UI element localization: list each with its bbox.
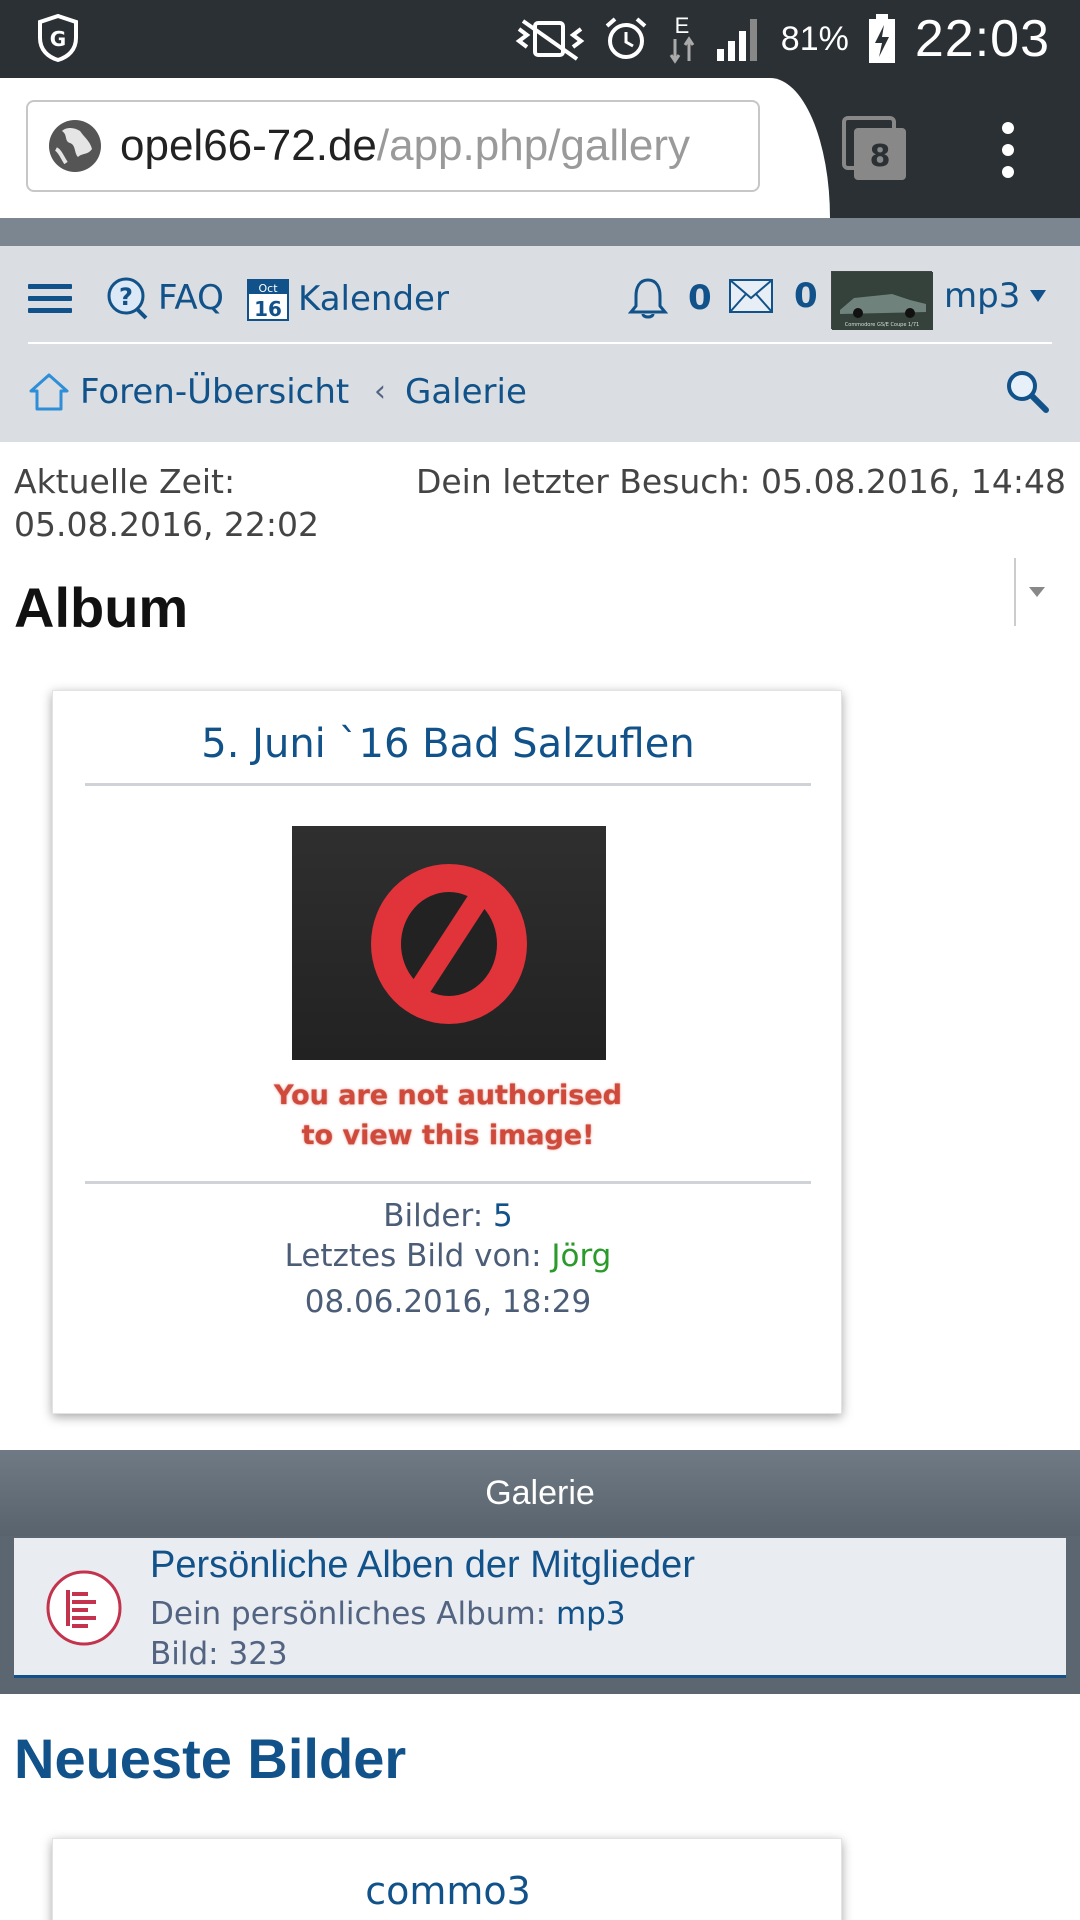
album-dropdown[interactable] [1014, 558, 1054, 626]
album-heading: Album [14, 576, 189, 639]
caret-down-icon [1029, 587, 1045, 597]
no-access-image[interactable] [292, 826, 606, 1060]
gallery-header: Galerie [0, 1450, 1080, 1536]
personal-albums-row[interactable]: Persönliche Alben der Mitglieder Dein pe… [14, 1538, 1066, 1678]
svg-text:E: E [674, 13, 689, 38]
clock: 22:03 [914, 10, 1050, 68]
personal-album-link[interactable]: mp3 [556, 1596, 626, 1632]
messages-count: 0 [794, 276, 818, 316]
breadcrumb-current[interactable]: Galerie [405, 372, 527, 412]
quick-links-row: ? FAQ Oct 16 Kalender 0 0 Commodore GS/E… [0, 246, 1080, 342]
divider [85, 1181, 811, 1184]
newest-image-title[interactable]: commo3 [53, 1869, 843, 1913]
user-menu[interactable]: mp3 [944, 276, 1048, 316]
gallery-section: Galerie Persönliche Alben der Mitglieder… [0, 1450, 1080, 1694]
svg-text:Oct: Oct [258, 282, 278, 295]
breadcrumb: Foren-Übersicht ‹ Galerie [0, 346, 1080, 442]
envelope-icon [729, 279, 773, 313]
last-image-date: 08.06.2016, 18:29 [304, 1284, 592, 1320]
newest-image-card[interactable]: commo3 [52, 1838, 842, 1920]
car-avatar-image: Commodore GS/E Coupe 1/71 [832, 272, 933, 330]
home-icon[interactable] [28, 372, 70, 412]
faq-icon: ? [107, 277, 148, 320]
nav-divider [28, 342, 1052, 344]
calendar-label: Kalender [298, 279, 449, 319]
last-image-user-link[interactable]: Jörg [551, 1238, 611, 1274]
faq-label: FAQ [158, 278, 224, 318]
album-card[interactable]: 5. Juni `16 Bad Salzuflen You are not au… [52, 690, 842, 1414]
battery-charging-icon [868, 14, 895, 63]
notifications-count: 0 [688, 278, 712, 318]
messages-link[interactable]: 0 [728, 276, 818, 316]
username-label: mp3 [944, 276, 1021, 316]
breadcrumb-home[interactable]: Foren-Übersicht [80, 372, 349, 412]
svg-text:?: ? [119, 283, 133, 311]
not-authorised-text: You are not authorised to view this imag… [274, 1080, 622, 1151]
globe-icon [49, 120, 101, 172]
search-icon[interactable] [1004, 368, 1050, 414]
hamburger-menu-icon[interactable] [28, 284, 72, 314]
caret-down-icon [1030, 290, 1047, 302]
album-stats: Bilder: 5 Letztes Bild von: Jörg 08.06.2… [53, 1196, 843, 1322]
prohibited-icon [371, 864, 527, 1024]
browser-toolbar: opel66-72.de/app.php/gallery 8 [0, 78, 1080, 218]
tab-switcher-icon[interactable]: 8 [842, 116, 908, 182]
page-top-strip [0, 218, 1080, 246]
svg-text:16: 16 [254, 297, 282, 321]
overflow-menu-icon[interactable] [998, 120, 1018, 180]
shield-g-icon: G [38, 14, 78, 62]
status-bar: G E 81% 22:03 [0, 0, 1080, 78]
svg-text:Commodore GS/E Coupe 1/71: Commodore GS/E Coupe 1/71 [845, 322, 919, 328]
faq-link[interactable]: ? FAQ [106, 276, 224, 320]
forum-navbar: ? FAQ Oct 16 Kalender 0 0 Commodore GS/E… [0, 246, 1080, 442]
breadcrumb-separator: ‹ [374, 374, 386, 409]
divider [85, 783, 811, 786]
status-icons: E 81% 22:03 [515, 0, 1050, 78]
alarm-icon [605, 17, 647, 59]
album-card-title[interactable]: 5. Juni `16 Bad Salzuflen [53, 721, 843, 767]
calendar-link[interactable]: Oct 16 Kalender [246, 276, 449, 322]
album-list-icon [46, 1570, 122, 1646]
user-avatar[interactable]: Commodore GS/E Coupe 1/71 [831, 271, 933, 330]
newest-images-heading: Neueste Bilder [14, 1727, 407, 1790]
current-time: Aktuelle Zeit: 05.08.2016, 22:02 [14, 462, 320, 544]
bell-icon [628, 278, 668, 319]
battery-percent: 81% [780, 19, 849, 58]
svg-text:8: 8 [870, 139, 891, 174]
calendar-icon: Oct 16 [247, 279, 289, 321]
personal-albums-details: Dein persönliches Album: mp3 Bild: 323 [150, 1596, 626, 1672]
network-e-icon: E [669, 13, 695, 64]
svg-text:G: G [50, 27, 66, 51]
url-text: opel66-72.de/app.php/gallery [120, 121, 691, 170]
vibrate-off-icon [515, 19, 585, 61]
personal-albums-title[interactable]: Persönliche Alben der Mitglieder [150, 1544, 695, 1587]
signal-icon [716, 19, 757, 61]
address-bar[interactable]: opel66-72.de/app.php/gallery [26, 100, 760, 192]
notifications-link[interactable]: 0 [628, 276, 712, 320]
last-visit: Dein letzter Besuch: 05.08.2016, 14:48 [415, 462, 1066, 501]
